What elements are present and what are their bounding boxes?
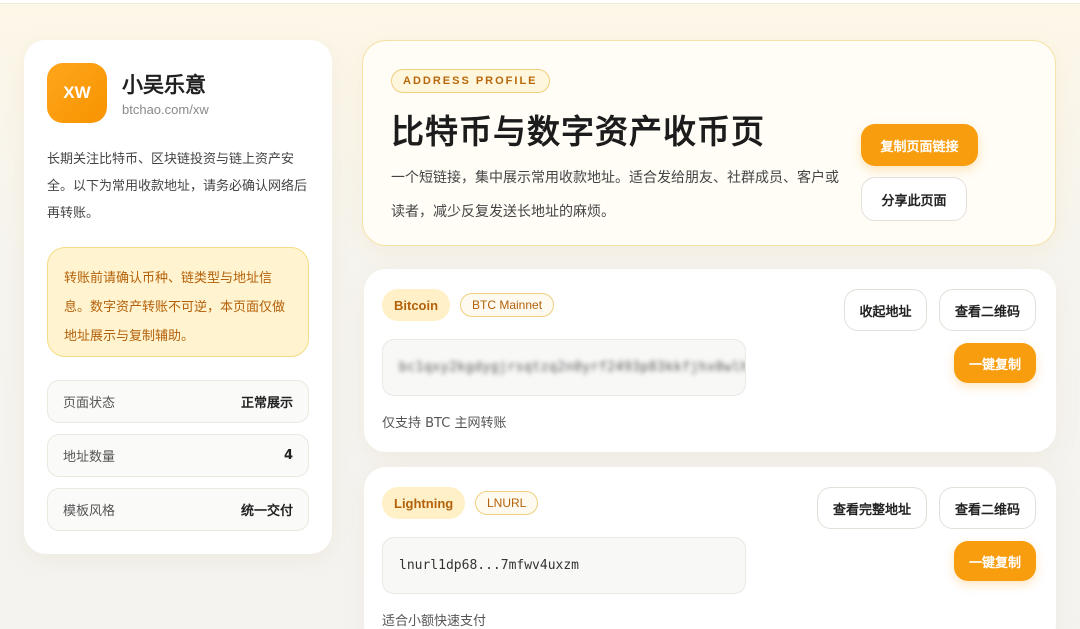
- profile-url[interactable]: btchao.com/xw: [122, 102, 209, 117]
- avatar: XW: [47, 63, 107, 123]
- transfer-warning: 转账前请确认币种、链类型与地址信息。数字资产转账不可逆，本页面仅做地址展示与复制…: [47, 247, 309, 357]
- view-qr-button[interactable]: 查看二维码: [939, 487, 1036, 529]
- profile-card: XW 小吴乐意 btchao.com/xw 长期关注比特币、区块链投资与链上资产…: [24, 40, 332, 554]
- view-full-address-button[interactable]: 查看完整地址: [817, 487, 927, 529]
- copy-page-link-button[interactable]: 复制页面链接: [861, 124, 978, 166]
- share-page-button[interactable]: 分享此页面: [861, 177, 967, 221]
- address-text: lnurl1dp68...7mfwv4uxzm: [399, 558, 580, 573]
- network-chip: LNURL: [475, 491, 539, 515]
- address-text: bc1qxy2kgdygjrsqtzq2n0yrf2493p83kkfjhx0w…: [399, 360, 746, 375]
- address-note: 适合小额快速支付: [382, 614, 487, 629]
- chain-chip: Bitcoin: [382, 289, 451, 321]
- address-profile-tag: ADDRESS PROFILE: [391, 69, 550, 93]
- profile-name: 小吴乐意: [122, 73, 206, 97]
- address-note: 仅支持 BTC 主网转账: [382, 416, 507, 431]
- top-bar: [0, 0, 1080, 4]
- hero-card: ADDRESS PROFILE 比特币与数字资产收币页 一个短链接，集中展示常用…: [362, 40, 1056, 246]
- stat-label: 地址数量: [63, 450, 116, 465]
- address-card-lightning: Lightning LNURL 查看完整地址 查看二维码 lnurl1dp68.…: [364, 467, 1056, 629]
- stat-value: 统一交付: [240, 504, 293, 519]
- address-field[interactable]: lnurl1dp68...7mfwv4uxzm: [382, 537, 746, 594]
- copy-address-button[interactable]: 一键复制: [954, 541, 1036, 581]
- address-field[interactable]: bc1qxy2kgdygjrsqtzq2n0yrf2493p83kkfjhx0w…: [382, 339, 746, 396]
- stat-value: 4: [283, 448, 293, 463]
- address-card-bitcoin: Bitcoin BTC Mainnet 收起地址 查看二维码 bc1qxy2kg…: [364, 269, 1056, 452]
- stat-label: 页面状态: [63, 396, 116, 411]
- stat-page-status: 页面状态 正常展示: [47, 380, 309, 423]
- stat-value: 正常展示: [240, 396, 293, 411]
- page-title: 比特币与数字资产收币页: [391, 112, 765, 151]
- stat-template-style: 模板风格 统一交付: [47, 488, 309, 531]
- stat-label: 模板风格: [63, 504, 116, 519]
- profile-description: 长期关注比特币、区块链投资与链上资产安全。以下为常用收款地址，请务必确认网络后再…: [47, 152, 308, 221]
- copy-address-button[interactable]: 一键复制: [954, 343, 1036, 383]
- stat-address-count: 地址数量 4: [47, 434, 309, 477]
- page-description: 一个短链接，集中展示常用收款地址。适合发给朋友、社群成员、客户或读者，减少反复发…: [391, 170, 839, 220]
- chain-chip: Lightning: [382, 487, 466, 519]
- collapse-address-button[interactable]: 收起地址: [844, 289, 927, 331]
- view-qr-button[interactable]: 查看二维码: [939, 289, 1036, 331]
- network-chip: BTC Mainnet: [460, 293, 555, 317]
